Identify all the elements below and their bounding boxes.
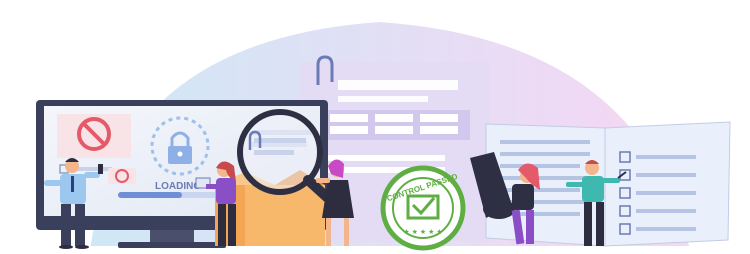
illustration-canvas: LOADING ★ ★ ★ ★ ★ CONTROL PASSED	[0, 22, 750, 254]
ground	[0, 246, 750, 254]
loading-bar-fill	[118, 192, 182, 198]
loading-label: LOADING	[155, 181, 201, 192]
monitor-base	[118, 242, 226, 248]
svg-text:★ ★ ★ ★ ★: ★ ★ ★ ★ ★	[403, 228, 442, 236]
illustration-scene: LOADING ★ ★ ★ ★ ★ CONTROL PASSED	[0, 0, 750, 254]
monitor-stand	[150, 230, 194, 242]
